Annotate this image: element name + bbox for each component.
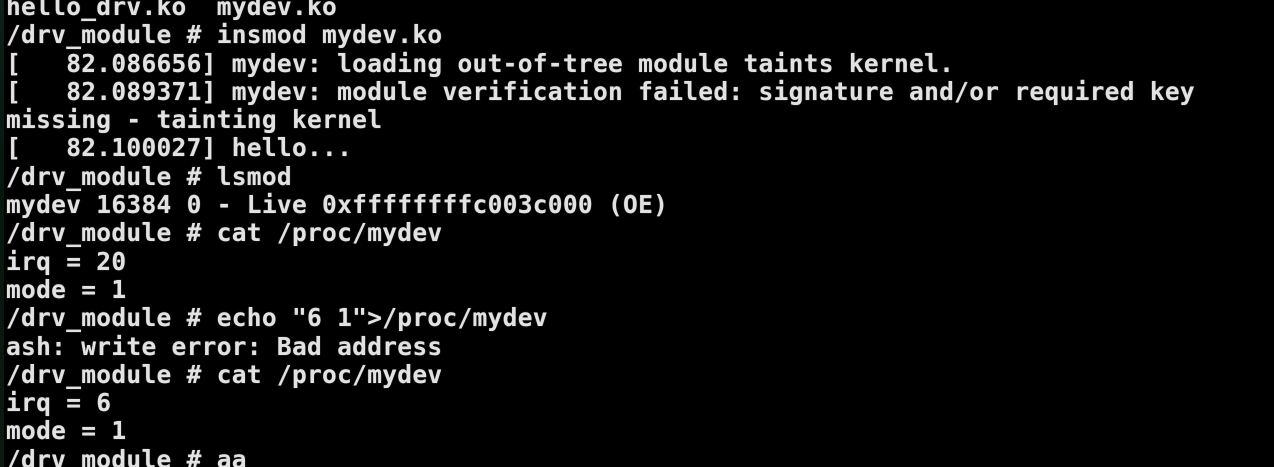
terminal-output-line: hello_drv.ko mydev.ko [6,0,338,21]
window-edge [0,0,4,467]
terminal-output-line: mydev 16384 0 - Live 0xffffffffc003c000 … [6,190,669,220]
terminal-command-line: /drv_module # cat /proc/mydev [6,218,443,248]
terminal-output-line: irq = 6 [6,388,112,418]
kernel-log-line: [ 82.100027] hello... [6,133,353,163]
terminal-output-line: mode = 1 [6,274,127,304]
kernel-log-line: [ 82.086656] mydev: loading out-of-tree … [6,48,955,78]
terminal-command-line: /drv_module # insmod mydev.ko [6,20,443,50]
kernel-log-line: missing - tainting kernel [6,105,383,135]
terminal-output-line: mode = 1 [6,416,127,446]
kernel-log-line: [ 82.089371] mydev: module verification … [6,76,1195,106]
terminal-command-line: /drv_module # cat /proc/mydev [6,359,443,389]
terminal-prompt-line[interactable]: /drv_module # aa [0,445,1274,467]
terminal-output-line: irq = 20 [6,246,127,276]
terminal-command-line: /drv_module # echo "6 1">/proc/mydev [6,303,548,333]
terminal-command-line: /drv_module # lsmod [6,161,292,191]
terminal-error-line: ash: write error: Bad address [6,331,443,361]
terminal-window[interactable]: hello_drv.ko mydev.ko /drv_module # insm… [0,0,1274,467]
